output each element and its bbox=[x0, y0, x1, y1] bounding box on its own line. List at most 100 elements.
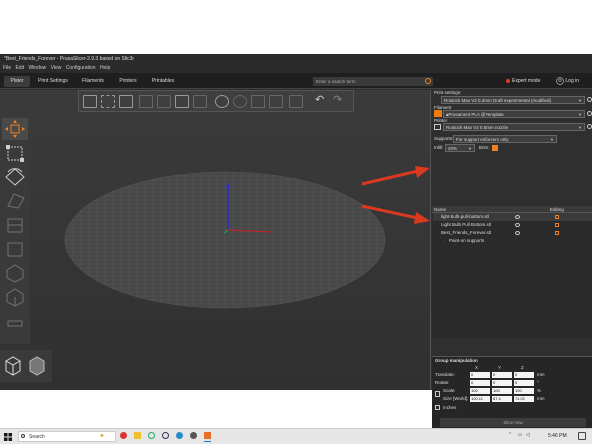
place-on-face-icon[interactable] bbox=[2, 190, 28, 212]
search-input[interactable]: Enter a search term bbox=[313, 77, 433, 86]
login-label: Log in bbox=[565, 78, 580, 84]
network-icon[interactable]: ▭ bbox=[518, 432, 523, 438]
taskbar-clock[interactable]: 5:46 PM bbox=[548, 431, 567, 442]
redo-icon[interactable]: ↷ bbox=[333, 95, 347, 108]
seam-painting-icon[interactable] bbox=[2, 262, 28, 284]
cut-icon[interactable] bbox=[2, 214, 28, 236]
print-settings-combo[interactable]: Rostock Max V2 0.2mm Draft experimental … bbox=[441, 96, 585, 104]
app-icon[interactable] bbox=[162, 432, 169, 439]
filament-combo[interactable]: 🔒︎Prusament PLA @Template ▼ bbox=[443, 110, 585, 118]
split-objects-icon[interactable] bbox=[251, 95, 265, 108]
printer-icon bbox=[434, 124, 441, 130]
size-x-input[interactable]: 100.11 bbox=[470, 396, 490, 402]
mode-selector[interactable]: Expert mode bbox=[506, 77, 540, 86]
scale-y-input[interactable]: 100 bbox=[492, 388, 512, 394]
preview-view-icon[interactable] bbox=[27, 354, 47, 376]
paint-on-supports-label: Paint-on supports bbox=[449, 238, 485, 243]
menu-view[interactable]: View bbox=[51, 65, 62, 71]
tab-plater[interactable]: Plater bbox=[4, 76, 30, 87]
printer-combo[interactable]: Rostock Max V2 0.5mm nozzle ▼ bbox=[443, 123, 585, 131]
supports-value: For support enforcers only bbox=[456, 137, 509, 142]
hollow-icon[interactable] bbox=[2, 286, 28, 308]
list-item[interactable]: light-bulb-pull-bottom.stl bbox=[433, 213, 592, 221]
measure-icon[interactable] bbox=[2, 312, 28, 334]
support-painting-icon[interactable] bbox=[2, 238, 28, 260]
notification-icon[interactable] bbox=[578, 432, 586, 440]
edge-icon[interactable] bbox=[176, 432, 183, 439]
menu-edit[interactable]: Edit bbox=[15, 65, 24, 71]
tab-filaments[interactable]: Filaments bbox=[80, 76, 106, 87]
translate-x-input[interactable]: 0 bbox=[470, 372, 490, 378]
infill-label: Infill: bbox=[434, 145, 444, 150]
print-settings-value: Rostock Max V2 0.2mm Draft experimental … bbox=[444, 98, 552, 103]
menu-help[interactable]: Help bbox=[100, 65, 110, 71]
undo-icon[interactable]: ↶ bbox=[315, 95, 329, 108]
menu-window[interactable]: Window bbox=[28, 65, 46, 71]
bed-grid bbox=[64, 171, 386, 309]
menu-file[interactable]: File bbox=[3, 65, 11, 71]
move-icon[interactable] bbox=[2, 118, 28, 140]
size-z-input[interactable]: 74.01 bbox=[514, 396, 534, 402]
rotate-icon[interactable] bbox=[2, 166, 28, 188]
tab-printers[interactable]: Printers bbox=[116, 76, 140, 87]
chevron-up-icon[interactable]: ⌃ bbox=[508, 432, 512, 438]
edit-icon[interactable] bbox=[555, 215, 559, 219]
list-item[interactable]: ⸝ Paint-on supports bbox=[433, 237, 592, 245]
delete-all-icon[interactable] bbox=[139, 95, 153, 108]
copy-icon[interactable] bbox=[157, 95, 171, 108]
add-instance-icon[interactable] bbox=[215, 95, 229, 108]
rotate-z-input[interactable]: 0 bbox=[514, 380, 534, 386]
scale-x-input[interactable]: 100 bbox=[470, 388, 490, 394]
eye-icon[interactable] bbox=[515, 231, 520, 235]
login-button[interactable]: Log in bbox=[556, 75, 579, 87]
split-parts-icon[interactable] bbox=[269, 95, 283, 108]
arrange-icon[interactable] bbox=[101, 95, 115, 108]
filament-color-swatch[interactable] bbox=[434, 110, 442, 117]
remove-instance-icon[interactable] bbox=[233, 95, 247, 108]
3d-viewport[interactable]: ↶ ↷ bbox=[0, 90, 430, 390]
eye-icon[interactable] bbox=[515, 223, 520, 227]
rotate-x-input[interactable]: 0 bbox=[470, 380, 490, 386]
layers-editing-icon[interactable] bbox=[289, 95, 303, 108]
list-item[interactable]: Light Bulb Pull Bottom.stl bbox=[433, 221, 592, 229]
translate-y-input[interactable]: 0 bbox=[492, 372, 512, 378]
scale-z-input[interactable]: 100 bbox=[514, 388, 534, 394]
inches-checkbox[interactable] bbox=[435, 405, 440, 410]
windows-start-icon[interactable] bbox=[4, 433, 12, 441]
chrome-icon[interactable] bbox=[120, 432, 127, 439]
mode-dot-icon bbox=[506, 78, 510, 83]
delete-icon[interactable] bbox=[119, 95, 133, 108]
paste-icon[interactable] bbox=[175, 95, 189, 108]
volume-icon[interactable]: ◁ bbox=[526, 432, 530, 438]
file-explorer-icon[interactable] bbox=[134, 432, 141, 439]
taskbar-search[interactable]: Search ✦ bbox=[18, 431, 116, 442]
translate-z-input[interactable]: 0 bbox=[514, 372, 534, 378]
infill-combo[interactable]: 20% ▼ bbox=[445, 144, 475, 152]
filament-value: Prusament PLA @Template bbox=[448, 112, 504, 117]
split-icon[interactable] bbox=[193, 95, 207, 108]
prusaslicer-taskbar-icon[interactable] bbox=[204, 432, 211, 439]
list-item[interactable]: Best_Friends_Forever.stl bbox=[433, 229, 592, 237]
3d-view-icon[interactable] bbox=[3, 354, 23, 376]
edit-icon[interactable] bbox=[555, 223, 559, 227]
supports-combo[interactable]: For support enforcers only ▼ bbox=[453, 135, 557, 143]
tab-print-settings[interactable]: Print Settings bbox=[36, 76, 70, 87]
tab-printables[interactable]: Printables bbox=[150, 76, 176, 87]
search-icon[interactable] bbox=[425, 78, 431, 84]
eye-icon[interactable] bbox=[515, 215, 520, 219]
printer-edit-icon[interactable] bbox=[587, 124, 592, 129]
slice-now-button[interactable]: Slice now bbox=[440, 418, 586, 427]
print-settings-edit-icon[interactable] bbox=[587, 97, 592, 102]
size-y-input[interactable]: 87.4 bbox=[492, 396, 512, 402]
lock-icon[interactable] bbox=[435, 391, 440, 397]
teams-icon[interactable] bbox=[148, 432, 155, 439]
rotate-y-input[interactable]: 0 bbox=[492, 380, 512, 386]
menu-configuration[interactable]: Configuration bbox=[66, 65, 96, 71]
scale-icon[interactable] bbox=[2, 142, 28, 164]
app-icon[interactable] bbox=[190, 432, 197, 439]
add-object-icon[interactable] bbox=[83, 95, 97, 108]
edit-icon[interactable] bbox=[555, 231, 559, 235]
brim-checkbox[interactable] bbox=[492, 145, 498, 151]
filament-edit-icon[interactable] bbox=[587, 111, 592, 116]
main-toolbar: ↶ ↷ bbox=[78, 90, 354, 112]
